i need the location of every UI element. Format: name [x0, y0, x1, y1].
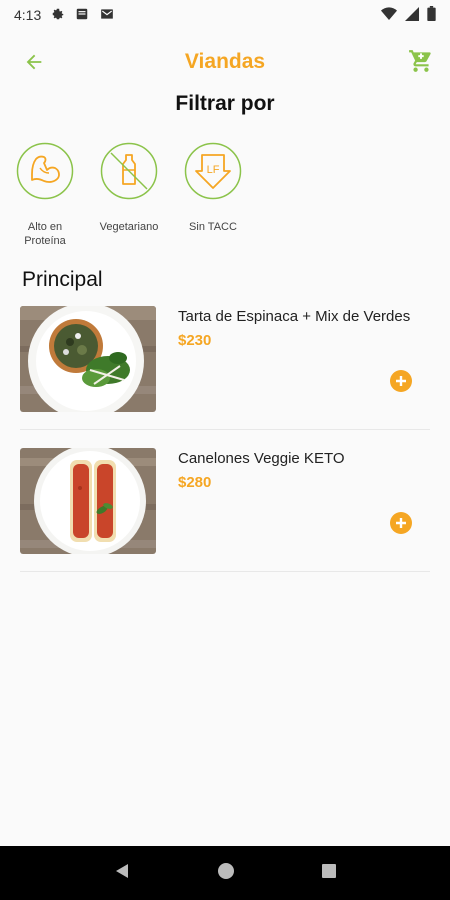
recents-square-icon[interactable]: [321, 863, 337, 884]
page-title: Viandas: [184, 50, 266, 73]
app-bar: Viandas: [0, 40, 450, 84]
add-button[interactable]: [390, 512, 412, 534]
settings-icon: [51, 7, 65, 24]
spinach-tart-image: [20, 306, 156, 412]
filter-vegetarian[interactable]: Vegetariano: [92, 142, 166, 248]
gluten-free-badge: LF: [207, 164, 220, 176]
mail-icon: [99, 7, 115, 24]
item-name: Canelones Veggie KETO: [178, 450, 345, 467]
home-circle-icon[interactable]: [217, 862, 235, 885]
wifi-icon: [381, 6, 397, 24]
item-price: $280: [178, 474, 212, 491]
status-bar: 4:13: [0, 0, 450, 30]
filter-label: Alto en Proteína: [24, 221, 66, 247]
gluten-free-icon: LF: [184, 142, 242, 200]
filter-label: Vegetariano: [99, 221, 159, 233]
plus-icon: [396, 376, 406, 386]
filter-list: Alto en Proteína Vegetariano LF Sin TACC: [8, 142, 250, 248]
list-item[interactable]: Tarta de Espinaca + Mix de Verdes $230: [20, 302, 430, 430]
battery-icon: [427, 6, 436, 24]
cannelloni-image: [20, 448, 156, 554]
item-price: $230: [178, 332, 212, 349]
cart-icon[interactable]: [406, 46, 436, 76]
list-item[interactable]: Canelones Veggie KETO $280: [20, 444, 430, 572]
bicep-icon: [16, 142, 74, 200]
section-title: Principal: [22, 268, 103, 291]
status-time: 4:13: [14, 7, 42, 23]
filter-gluten-free[interactable]: LF Sin TACC: [176, 142, 250, 248]
notification-icon: [75, 7, 89, 24]
filter-high-protein[interactable]: Alto en Proteína: [8, 142, 82, 248]
item-name: Tarta de Espinaca + Mix de Verdes: [178, 308, 411, 325]
plus-icon: [396, 518, 406, 528]
filter-title: Filtrar por: [175, 92, 275, 115]
add-button[interactable]: [390, 370, 412, 392]
no-milk-icon: [100, 142, 158, 200]
back-arrow-icon[interactable]: [20, 48, 48, 76]
filter-label: Sin TACC: [189, 221, 237, 233]
signal-icon: [405, 6, 419, 24]
back-triangle-icon[interactable]: [113, 862, 131, 885]
system-nav-bar: [0, 846, 450, 900]
